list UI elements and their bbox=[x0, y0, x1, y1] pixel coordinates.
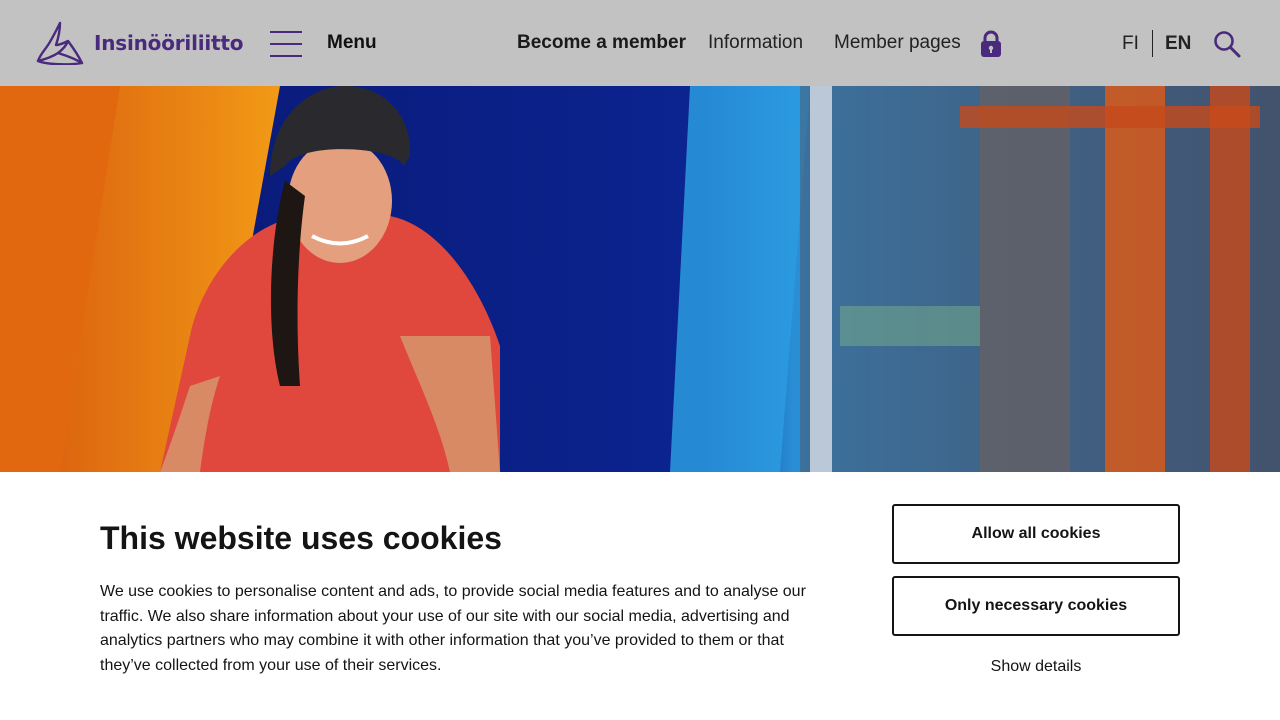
show-details-link[interactable]: Show details bbox=[892, 658, 1180, 676]
cookie-banner-title: This website uses cookies bbox=[100, 520, 502, 556]
cookie-banner-text: We use cookies to personalise content an… bbox=[100, 583, 806, 675]
nav-become-member[interactable]: Become a member bbox=[517, 32, 686, 54]
menu-label[interactable]: Menu bbox=[327, 32, 377, 54]
nav-member-pages[interactable]: Member pages bbox=[834, 32, 961, 54]
lock-icon[interactable] bbox=[980, 30, 1002, 63]
language-divider bbox=[1152, 30, 1153, 57]
logo-text: Insinööriliitto bbox=[94, 31, 244, 55]
cookie-banner: This website uses cookies We use cookies… bbox=[0, 472, 1280, 720]
language-fi[interactable]: FI bbox=[1122, 33, 1139, 55]
language-en[interactable]: EN bbox=[1165, 33, 1191, 55]
hamburger-menu-icon bbox=[270, 29, 302, 59]
home-logo-link[interactable]: Insinööriliitto bbox=[36, 20, 244, 66]
only-necessary-cookies-button[interactable]: Only necessary cookies bbox=[892, 576, 1180, 636]
menu-button[interactable] bbox=[270, 28, 302, 60]
hero-image bbox=[0, 86, 1280, 472]
nav-information[interactable]: Information bbox=[708, 32, 803, 54]
search-icon[interactable] bbox=[1213, 30, 1241, 63]
site-header: Insinööriliitto Menu Become a member Inf… bbox=[0, 0, 1280, 86]
allow-all-cookies-button[interactable]: Allow all cookies bbox=[892, 504, 1180, 564]
insinooriliitto-logo-icon bbox=[36, 21, 84, 65]
